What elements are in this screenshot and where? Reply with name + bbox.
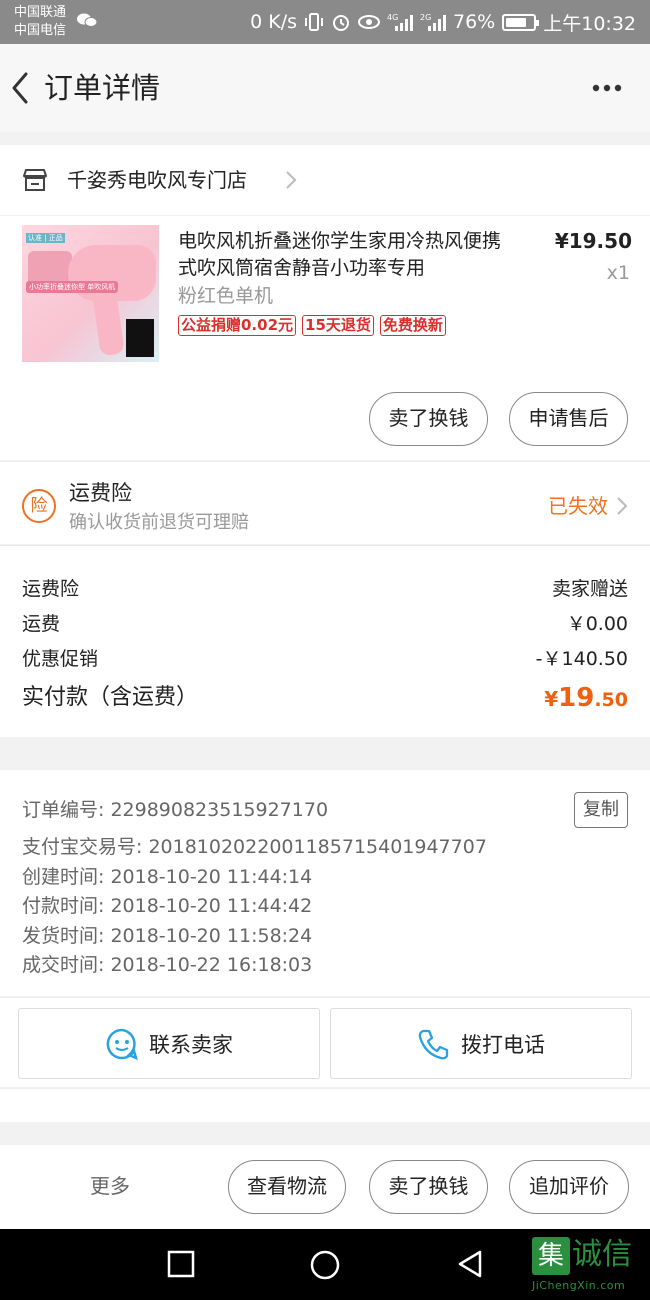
- summary-label: 运费险: [22, 578, 80, 600]
- battery-fill: [506, 17, 526, 27]
- chevron-right-icon: [617, 497, 628, 515]
- shipped-time: 发货时间: 2018-10-20 11:58:24: [22, 925, 313, 947]
- carrier-info: 中国联通 中国电信: [14, 4, 66, 40]
- store-name[interactable]: 千姿秀电吹风专门店: [67, 165, 247, 195]
- contact-seller-label: 联系卖家: [149, 1032, 233, 1057]
- total-currency: ¥: [544, 687, 559, 711]
- badge-return: 15天退货: [302, 315, 374, 336]
- insurance-icon: 险: [22, 489, 56, 523]
- battery-icon: [502, 13, 540, 31]
- recents-icon[interactable]: [166, 1249, 196, 1279]
- call-button[interactable]: 拨打电话: [330, 1008, 632, 1079]
- signal-2g-icon: 2G: [420, 13, 446, 31]
- chat-bubble-icon: [106, 1028, 138, 1060]
- shipping-insurance-row[interactable]: 险 运费险 确认收货前退货可理赔 已失效: [0, 461, 650, 544]
- signal-4g-icon: 4G: [387, 13, 413, 31]
- net-speed: 0 K/s: [250, 11, 297, 33]
- back-arrow-icon[interactable]: [6, 68, 36, 108]
- system-nav-bar: 集 诚信 JiChengXin.com: [0, 1229, 650, 1300]
- call-label: 拨打电话: [461, 1032, 545, 1057]
- total-amount: ¥19.50: [544, 680, 628, 718]
- wechat-icon: [77, 13, 98, 27]
- sell-button[interactable]: 卖了换钱: [369, 392, 488, 446]
- status-bar: 中国联通 中国电信 0 K/s 4G 2G 76% 上午10:32: [0, 0, 650, 44]
- completed-time: 成交时间: 2018-10-22 16:18:03: [22, 954, 313, 976]
- contact-row: 联系卖家 拨打电话: [0, 997, 650, 1087]
- contact-seller-button[interactable]: 联系卖家: [18, 1008, 320, 1079]
- clock: 上午10:32: [543, 12, 636, 35]
- summary-value: -￥140.50: [535, 648, 628, 670]
- eye-icon: [358, 15, 380, 29]
- total-decimal: .50: [594, 689, 628, 711]
- total-integer: 19: [558, 683, 595, 713]
- badge-exchange: 免费换新: [379, 315, 446, 336]
- watermark-logo: 集: [532, 1237, 570, 1275]
- svg-text:4G: 4G: [387, 13, 398, 22]
- paid-time: 付款时间: 2018-10-20 11:44:42: [22, 895, 313, 917]
- order-info: 订单编号: 229890823515927170 复制 支付宝交易号: 2018…: [0, 770, 650, 996]
- created-time: 创建时间: 2018-10-20 11:44:14: [22, 866, 313, 888]
- nav-bar: 订单详情: [0, 44, 650, 132]
- chevron-right-icon: [286, 171, 297, 189]
- product-title[interactable]: 电吹风机折叠迷你学生家用冷热风便携式吹风筒宿舍静音小功率专用: [178, 228, 508, 282]
- watermark-text: 诚信: [572, 1237, 632, 1272]
- battery-percent: 76%: [453, 11, 496, 33]
- insurance-subtitle: 确认收货前退货可理赔: [69, 512, 249, 533]
- summary-label: 运费: [22, 613, 61, 635]
- service-badges: 公益捐赠0.02元 15天退货 免费换新: [178, 315, 446, 336]
- image-tag: 认准 | 正品: [26, 233, 65, 243]
- page-title: 订单详情: [44, 71, 161, 105]
- total-row: 实付款（含运费） ¥19.50: [22, 680, 628, 716]
- badge-charity: 公益捐赠0.02元: [178, 315, 297, 336]
- back-nav-icon[interactable]: [455, 1249, 485, 1279]
- product-quantity: x1: [606, 262, 630, 284]
- insurance-title: 运费险: [69, 481, 132, 505]
- home-icon[interactable]: [309, 1249, 341, 1281]
- status-right: 0 K/s 4G 2G 76% 上午10:32: [250, 8, 636, 36]
- phone-icon: [418, 1029, 449, 1059]
- total-label: 实付款（含运费）: [22, 685, 199, 710]
- view-logistics-button[interactable]: 查看物流: [228, 1160, 346, 1214]
- product-sku: 粉红色单机: [178, 285, 274, 307]
- insurance-status: 已失效: [548, 494, 608, 518]
- summary-label: 优惠促销: [22, 648, 99, 670]
- alarm-icon: [333, 15, 349, 31]
- summary-value: ￥0.00: [566, 613, 628, 635]
- dryer-box: [126, 319, 154, 357]
- image-caption: 小功率折叠迷你型 单吹风机: [26, 281, 119, 293]
- alipay-number: 支付宝交易号: 2018102022001185715401947707: [22, 836, 487, 858]
- carrier-1: 中国联通: [14, 5, 67, 20]
- vibrate-icon: [305, 13, 323, 31]
- store-icon: [23, 169, 47, 191]
- more-actions[interactable]: 更多: [90, 1171, 130, 1201]
- watermark: 集 诚信 JiChengXin.com: [530, 1233, 648, 1299]
- product-card: 认准 | 正品 小功率折叠迷你型 单吹风机 电吹风机折叠迷你学生家用冷热风便携式…: [0, 216, 650, 460]
- more-menu-icon[interactable]: [592, 82, 622, 94]
- product-image[interactable]: 认准 | 正品 小功率折叠迷你型 单吹风机: [22, 225, 159, 362]
- price-summary: 运费险 卖家赠送 运费 ￥0.00 优惠促销 -￥140.50 实付款（含运费）…: [0, 545, 650, 737]
- summary-row: 运费 ￥0.00: [22, 609, 628, 639]
- product-price: ¥19.50: [554, 229, 632, 253]
- add-review-button[interactable]: 追加评价: [509, 1160, 629, 1214]
- svg-text:2G: 2G: [420, 13, 431, 22]
- sell-again-button[interactable]: 卖了换钱: [369, 1160, 488, 1214]
- divider-strip: [0, 1088, 650, 1122]
- copy-button[interactable]: 复制: [574, 792, 628, 828]
- after-sale-button[interactable]: 申请售后: [509, 392, 628, 446]
- summary-value: 卖家赠送: [551, 578, 628, 600]
- store-row[interactable]: 千姿秀电吹风专门店: [0, 145, 650, 215]
- order-number: 订单编号: 229890823515927170: [22, 799, 329, 821]
- summary-row: 运费险 卖家赠送: [22, 574, 628, 604]
- bottom-action-bar: 更多 查看物流 卖了换钱 追加评价: [0, 1145, 650, 1229]
- carrier-2: 中国电信: [14, 23, 67, 38]
- summary-row: 优惠促销 -￥140.50: [22, 644, 628, 674]
- watermark-sub: JiChengXin.com: [532, 1279, 626, 1292]
